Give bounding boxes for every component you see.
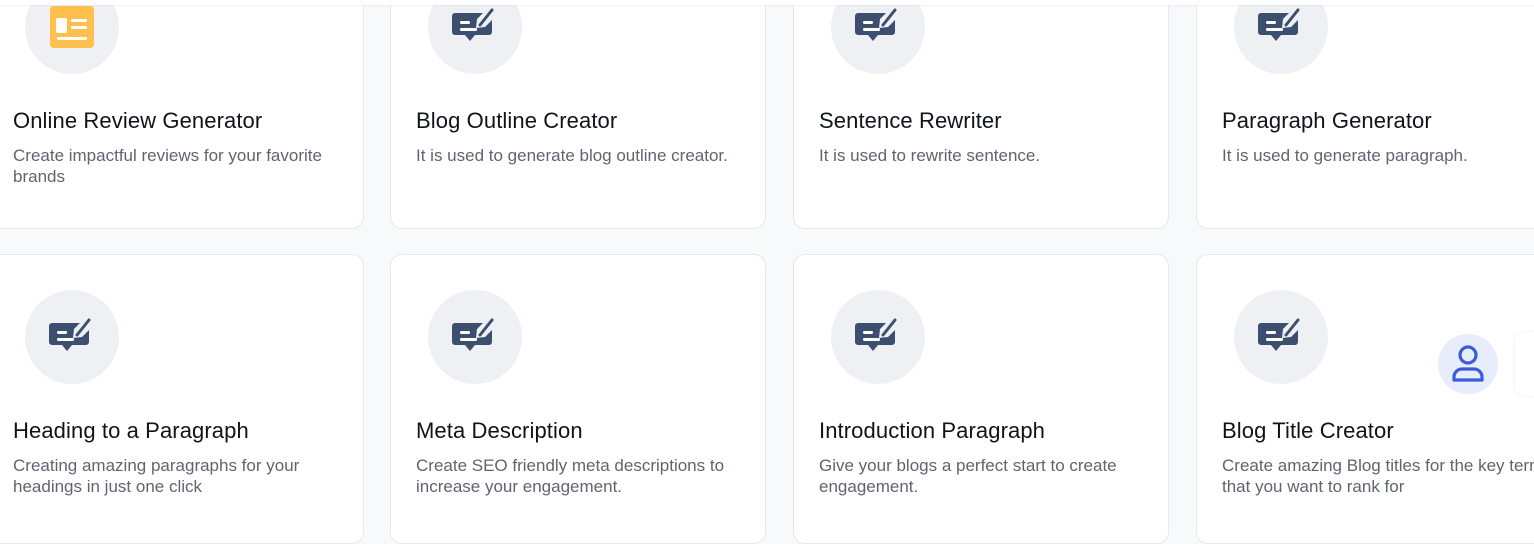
card-description: It is used to generate blog outline crea… — [416, 146, 728, 165]
user-icon — [1452, 345, 1484, 382]
icon-badge — [1234, 290, 1328, 384]
card-description: Give your blogs a perfect start to creat… — [819, 456, 1117, 496]
tool-card-blog-title-creator[interactable]: Blog Title Creator Create amazing Blog t… — [1196, 254, 1534, 544]
icon-badge — [428, 0, 522, 74]
tool-card-paragraph-generator[interactable]: Paragraph Generator It is used to genera… — [1196, 0, 1534, 229]
user-avatar-button[interactable] — [1438, 334, 1498, 394]
card-title: Blog Outline Creator — [416, 108, 618, 133]
chat-edit-icon — [49, 318, 91, 351]
icon-badge — [1234, 0, 1328, 74]
tool-card-heading-to-a-paragraph[interactable]: Heading to a Paragraph Creating amazing … — [0, 254, 364, 544]
card-title: Sentence Rewriter — [819, 108, 1002, 133]
chat-edit-icon — [855, 318, 897, 351]
top-bar — [0, 0, 1534, 5]
icon-badge — [25, 0, 119, 74]
card-description: It is used to generate paragraph. — [1222, 146, 1468, 165]
chat-edit-icon — [452, 8, 494, 41]
card-description: It is used to rewrite sentence. — [819, 146, 1041, 165]
card-description: Create impactful reviews for your favori… — [13, 146, 322, 186]
card-title: Blog Title Creator — [1222, 418, 1394, 443]
side-panel-tab[interactable] — [1515, 332, 1534, 396]
tool-card-blog-outline-creator[interactable]: Blog Outline Creator It is used to gener… — [390, 0, 766, 229]
chat-edit-icon — [855, 8, 897, 41]
card-title: Online Review Generator — [13, 108, 263, 133]
card-title: Heading to a Paragraph — [13, 418, 249, 443]
card-description: Create amazing Blog titles for the key t… — [1222, 456, 1534, 496]
card-description: Creating amazing paragraphs for your hea… — [13, 456, 300, 496]
card-title: Introduction Paragraph — [819, 418, 1046, 443]
chat-edit-icon — [1258, 318, 1300, 351]
icon-badge — [831, 290, 925, 384]
chat-edit-icon — [452, 318, 494, 351]
review-document-icon — [50, 6, 94, 48]
tool-card-introduction-paragraph[interactable]: Introduction Paragraph Give your blogs a… — [793, 254, 1169, 544]
tool-card-meta-description[interactable]: Meta Description Create SEO friendly met… — [390, 254, 766, 544]
card-description: Create SEO friendly meta descriptions to… — [416, 456, 725, 496]
card-title: Paragraph Generator — [1222, 108, 1432, 133]
icon-badge — [831, 0, 925, 74]
chat-edit-icon — [1258, 8, 1300, 41]
card-title: Meta Description — [416, 418, 583, 443]
tool-card-online-review-generator[interactable]: Online Review Generator Create impactful… — [0, 0, 364, 229]
tool-card-sentence-rewriter[interactable]: Sentence Rewriter It is used to rewrite … — [793, 0, 1169, 229]
icon-badge — [428, 290, 522, 384]
icon-badge — [25, 290, 119, 384]
